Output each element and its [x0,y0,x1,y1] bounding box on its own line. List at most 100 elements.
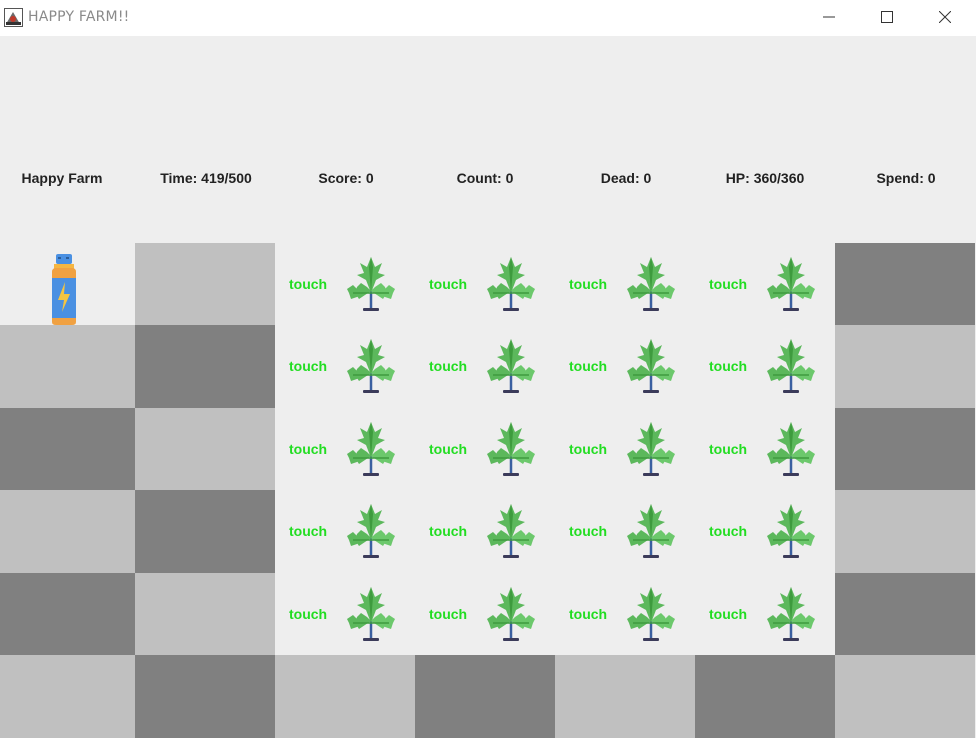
grass-tile [835,655,975,738]
touch-button[interactable]: touch [429,276,467,292]
touch-button[interactable]: touch [289,606,327,622]
hp-label: HP: 360/360 [725,170,805,186]
grass-tile [135,573,275,656]
touch-button[interactable]: touch [289,358,327,374]
cannabis-plant-icon [345,337,397,395]
touch-button[interactable]: touch [569,606,607,622]
time-label: Time: 419/500 [160,170,252,186]
farm-plot[interactable]: touch [275,490,415,573]
cannabis-plant-icon [345,420,397,478]
cannabis-plant-icon [345,585,397,643]
touch-button[interactable]: touch [289,441,327,457]
grass-tile [275,655,415,738]
farm-plot[interactable]: touch [275,243,415,326]
close-button[interactable] [922,0,968,34]
grass-tile [835,408,975,491]
farm-plot[interactable]: touch [275,408,415,491]
touch-button[interactable]: touch [709,358,747,374]
touch-button[interactable]: touch [709,606,747,622]
grass-tile [135,490,275,573]
touch-button[interactable]: touch [429,606,467,622]
dead-label: Dead: 0 [600,170,652,186]
farm-plot[interactable]: touch [275,325,415,408]
touch-button[interactable]: touch [429,358,467,374]
grass-tile [135,408,275,491]
farm-plot[interactable]: touch [695,243,835,326]
grass-tile [135,325,275,408]
touch-button[interactable]: touch [429,441,467,457]
cannabis-plant-icon [485,420,537,478]
maximize-button[interactable] [864,0,910,34]
cannabis-plant-icon [625,337,677,395]
grass-tile [835,490,975,573]
close-icon [939,11,951,23]
farm-plot[interactable]: touch [555,243,695,326]
cannabis-plant-icon [345,502,397,560]
farm-plot[interactable]: touch [555,325,695,408]
farm-plot[interactable]: touch [555,490,695,573]
farm-plot[interactable]: touch [415,490,555,573]
cannabis-plant-icon [485,337,537,395]
touch-button[interactable]: touch [569,441,607,457]
cannabis-plant-icon [765,502,817,560]
farm-plot[interactable]: touch [415,573,555,656]
grass-tile [695,655,835,738]
farm-plot[interactable]: touch [275,573,415,656]
touch-button[interactable]: touch [709,523,747,539]
cannabis-plant-icon [345,255,397,313]
cannabis-plant-icon [765,420,817,478]
grass-tile [0,408,135,491]
spend-label: Spend: 0 [876,170,936,186]
farm-grid: touch touch touch touch touch touch touch touch… [0,243,976,738]
cannabis-plant-icon [765,255,817,313]
cannabis-plant-icon [765,337,817,395]
score-label: Score: 0 [318,170,374,186]
grass-tile [835,573,975,656]
stats-bar: Happy Farm Time: 419/500 Score: 0 Count:… [0,170,976,188]
grass-tile [0,573,135,656]
touch-button[interactable]: touch [569,358,607,374]
grass-tile [835,325,975,408]
touch-button[interactable]: touch [569,276,607,292]
energy-drink-bottle-icon [52,254,76,325]
farm-plot[interactable]: touch [695,408,835,491]
game-name-label: Happy Farm [21,170,103,186]
farm-plot[interactable]: touch [415,243,555,326]
grass-tile [135,243,275,326]
window-title: HAPPY FARM!! [28,9,130,25]
grass-tile [835,243,975,326]
farm-plot[interactable]: touch [555,573,695,656]
touch-button[interactable]: touch [429,523,467,539]
touch-button[interactable]: touch [709,441,747,457]
cannabis-plant-icon [485,255,537,313]
grass-tile [0,325,135,408]
cannabis-plant-icon [485,502,537,560]
item-cell[interactable] [0,243,135,326]
farm-plot[interactable]: touch [415,408,555,491]
farm-plot[interactable]: touch [695,325,835,408]
touch-button[interactable]: touch [289,276,327,292]
game-area: Happy Farm Time: 419/500 Score: 0 Count:… [0,36,976,738]
cannabis-plant-icon [625,255,677,313]
grass-tile [415,655,555,738]
farm-plot[interactable]: touch [695,490,835,573]
farm-plot[interactable]: touch [695,573,835,656]
maximize-icon [881,11,893,23]
cannabis-plant-icon [625,502,677,560]
grass-tile [135,655,275,738]
cannabis-plant-icon [765,585,817,643]
app-icon [4,8,23,27]
touch-button[interactable]: touch [709,276,747,292]
farm-plot[interactable]: touch [415,325,555,408]
count-label: Count: 0 [456,170,514,186]
farm-plot[interactable]: touch [555,408,695,491]
touch-button[interactable]: touch [569,523,607,539]
touch-button[interactable]: touch [289,523,327,539]
minimize-button[interactable] [806,0,852,34]
grass-tile [555,655,695,738]
minimize-icon [823,16,835,18]
title-bar: HAPPY FARM!! [0,0,976,36]
cannabis-plant-icon [485,585,537,643]
grass-tile [0,490,135,573]
cannabis-plant-icon [625,585,677,643]
